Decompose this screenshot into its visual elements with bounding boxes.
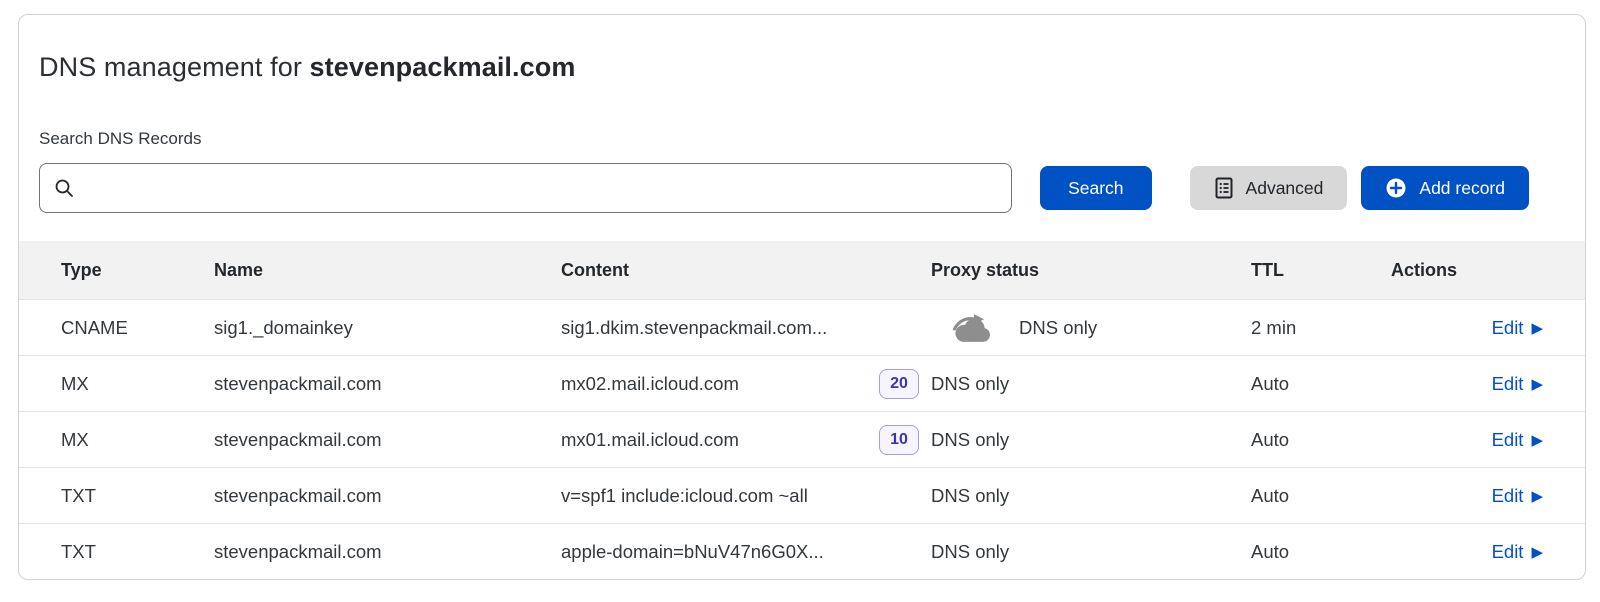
table-row: MX stevenpackmail.com mx01.mail.icloud.c… [19,411,1585,467]
page-title-domain: stevenpackmail.com [310,52,576,82]
table-body: CNAME sig1._domainkey sig1.dkim.stevenpa… [19,299,1585,579]
mx-priority-badge: 20 [879,369,919,399]
table-row: TXT stevenpackmail.com v=spf1 include:ic… [19,467,1585,523]
proxy-status: DNS only [931,541,1009,563]
header-actions: Actions [1391,260,1543,281]
record-type: TXT [61,541,214,563]
record-content-text: sig1.dkim.stevenpackmail.com... [561,317,827,339]
record-content-text: apple-domain=bNuV47n6G0X... [561,541,824,563]
edit-link[interactable]: Edit ▶ [1492,541,1543,563]
edit-label: Edit [1492,317,1524,339]
edit-label: Edit [1492,485,1524,507]
record-type: MX [61,373,214,395]
record-actions: Edit ▶ [1391,373,1543,395]
edit-link[interactable]: Edit ▶ [1492,373,1543,395]
edit-arrow-icon: ▶ [1531,545,1543,560]
record-name: stevenpackmail.com [214,485,561,507]
search-input[interactable] [84,164,997,212]
header-name: Name [214,260,561,281]
record-ttl: 2 min [1251,317,1391,339]
dns-only-cloud-icon [949,312,997,344]
record-content: mx02.mail.icloud.com 20 [561,369,931,399]
search-icon [54,178,74,198]
table-row: TXT stevenpackmail.com apple-domain=bNuV… [19,523,1585,579]
record-type: MX [61,429,214,451]
record-ttl: Auto [1251,429,1391,451]
record-content: sig1.dkim.stevenpackmail.com... [561,317,931,339]
edit-label: Edit [1492,373,1524,395]
record-actions: Edit ▶ [1391,317,1543,339]
proxy-status-cell: DNS only [931,485,1251,507]
edit-label: Edit [1492,429,1524,451]
record-content: apple-domain=bNuV47n6G0X... [561,541,931,563]
record-ttl: Auto [1251,373,1391,395]
proxy-status: DNS only [931,373,1009,395]
proxy-status-cell: DNS only [931,373,1251,395]
record-ttl: Auto [1251,485,1391,507]
record-content: v=spf1 include:icloud.com ~all [561,485,931,507]
record-name: stevenpackmail.com [214,541,561,563]
search-button[interactable]: Search [1040,166,1151,210]
proxy-status: DNS only [1019,317,1097,339]
proxy-status-cell: DNS only [931,312,1251,344]
proxy-status-cell: DNS only [931,541,1251,563]
record-actions: Edit ▶ [1391,485,1543,507]
record-type: CNAME [61,317,214,339]
search-box[interactable] [39,163,1012,213]
record-ttl: Auto [1251,541,1391,563]
record-content-text: mx02.mail.icloud.com [561,373,739,395]
proxy-status-cell: DNS only [931,429,1251,451]
plus-circle-icon [1385,177,1407,199]
advanced-button-label: Advanced [1246,178,1324,199]
proxy-status: DNS only [931,429,1009,451]
toolbar: Search Advanced [39,163,1529,213]
mx-priority-badge: 10 [879,425,919,455]
record-name: stevenpackmail.com [214,429,561,451]
edit-arrow-icon: ▶ [1531,377,1543,392]
add-record-button[interactable]: Add record [1361,166,1529,210]
page-title: DNS management for stevenpackmail.com [19,15,1585,85]
edit-arrow-icon: ▶ [1531,321,1543,336]
search-label: Search DNS Records [39,129,1565,151]
record-actions: Edit ▶ [1391,541,1543,563]
edit-link[interactable]: Edit ▶ [1492,429,1543,451]
advanced-button[interactable]: Advanced [1190,166,1348,210]
record-name: sig1._domainkey [214,317,561,339]
table-header-row: Type Name Content Proxy status TTL Actio… [19,241,1585,299]
header-type: Type [61,260,214,281]
record-content-text: v=spf1 include:icloud.com ~all [561,485,808,507]
list-document-icon [1214,177,1234,199]
dns-management-card: DNS management for stevenpackmail.com Se… [18,14,1586,580]
edit-arrow-icon: ▶ [1531,433,1543,448]
header-ttl: TTL [1251,260,1391,281]
page-title-prefix: DNS management for [39,52,310,82]
record-name: stevenpackmail.com [214,373,561,395]
record-content-text: mx01.mail.icloud.com [561,429,739,451]
dns-records-table: Type Name Content Proxy status TTL Actio… [19,241,1585,579]
edit-label: Edit [1492,541,1524,563]
header-proxy-status: Proxy status [931,260,1251,281]
edit-arrow-icon: ▶ [1531,489,1543,504]
record-actions: Edit ▶ [1391,429,1543,451]
table-row: MX stevenpackmail.com mx02.mail.icloud.c… [19,355,1585,411]
edit-link[interactable]: Edit ▶ [1492,317,1543,339]
edit-link[interactable]: Edit ▶ [1492,485,1543,507]
record-content: mx01.mail.icloud.com 10 [561,425,931,455]
add-record-button-label: Add record [1419,178,1505,199]
header-content: Content [561,260,931,281]
proxy-status: DNS only [931,485,1009,507]
record-type: TXT [61,485,214,507]
table-row: CNAME sig1._domainkey sig1.dkim.stevenpa… [19,299,1585,355]
